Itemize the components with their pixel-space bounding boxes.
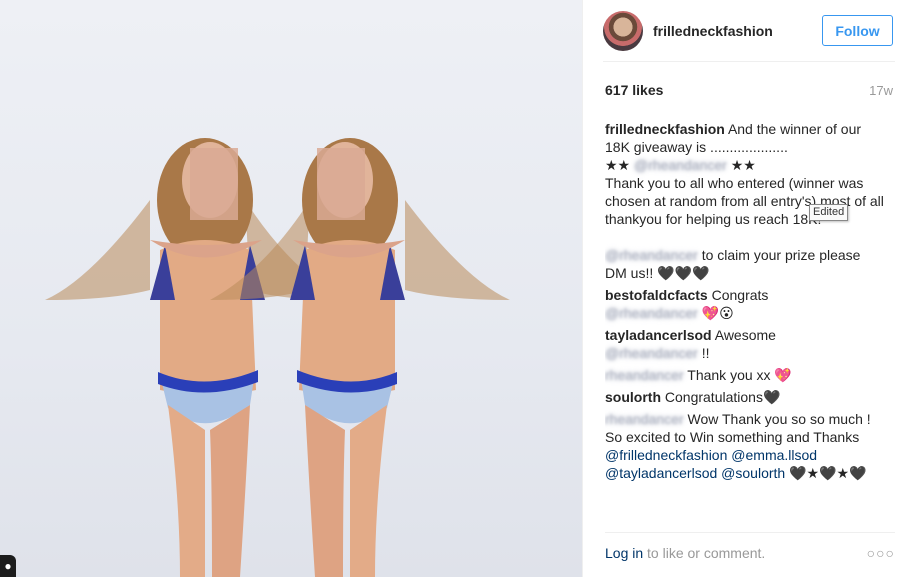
login-link[interactable]: Log in (605, 545, 643, 561)
mention-link[interactable]: @emma.llsod (731, 447, 817, 463)
list-item: @rheandancer to claim your prize please … (605, 246, 885, 282)
mention-link[interactable]: @soulorth (721, 465, 785, 481)
person-icon[interactable]: ● (0, 555, 16, 577)
list-item: rheandancer Wow Thank you so so much ! S… (605, 410, 885, 482)
emoji-text: 🖤★🖤★🖤 (789, 465, 867, 481)
blurred-mention[interactable]: @rheandancer (634, 157, 727, 173)
username-link[interactable]: frilledneckfashion (653, 23, 822, 39)
list-item: rheandancer Thank you xx 💖 (605, 366, 885, 384)
list-item: tayladancerlsod Awesome @rheandancer !! (605, 326, 885, 362)
figure-left (45, 138, 345, 577)
post-header: frilledneckfashion Follow (603, 0, 895, 62)
post-footer: Log in to like or comment. ○○○ (605, 532, 895, 572)
comment-text: Congrats (711, 287, 769, 303)
list-item: soulorth Congratulations🖤 (605, 388, 885, 406)
login-prompt-text: to like or comment. (643, 544, 766, 561)
mention-link[interactable]: @tayladancerlsod (605, 465, 717, 481)
comment-text: Congratulations🖤 (664, 389, 781, 405)
post-side-panel: frilledneckfashion Follow 617 likes 17w … (582, 0, 900, 577)
post-age[interactable]: 17w (869, 83, 893, 98)
comment-text: Thank you xx 💖 (687, 367, 792, 383)
likes-row: 617 likes 17w (605, 82, 893, 98)
star-glyphs: ★★ (730, 157, 756, 173)
comment-text: Awesome (714, 327, 776, 343)
post-photo[interactable]: ● (0, 0, 582, 577)
emoji-text: 💖😮 (701, 305, 734, 321)
list-item: bestofaldcfacts Congrats @rheandancer 💖😮 (605, 286, 885, 322)
blurred-username[interactable]: rheandancer (605, 411, 684, 427)
figure-right (210, 138, 510, 577)
comment-user[interactable]: frilledneckfashion (605, 121, 725, 137)
blurred-mention[interactable]: @rheandancer (605, 247, 698, 263)
photo-illustration (45, 138, 510, 577)
mention-link[interactable]: @frilledneckfashion (605, 447, 727, 463)
blurred-mention[interactable]: @rheandancer (605, 345, 698, 361)
blurred-mention[interactable]: @rheandancer (605, 305, 698, 321)
edited-tooltip: Edited (809, 204, 849, 221)
comment-user[interactable]: tayladancerlsod (605, 327, 712, 343)
follow-button[interactable]: Follow (822, 15, 893, 46)
blurred-username[interactable]: rheandancer (605, 367, 684, 383)
comment-user[interactable]: soulorth (605, 389, 661, 405)
comment-tail: !! (701, 345, 710, 361)
comment-user[interactable]: bestofaldcfacts (605, 287, 708, 303)
likes-count[interactable]: 617 likes (605, 82, 663, 98)
star-glyphs: ★★ (605, 157, 631, 173)
comments-list: frilledneckfashion And the winner of our… (605, 120, 885, 520)
login-prompt: Log in to like or comment. (605, 545, 765, 561)
more-options-icon[interactable]: ○○○ (867, 545, 895, 561)
avatar[interactable] (603, 10, 643, 51)
